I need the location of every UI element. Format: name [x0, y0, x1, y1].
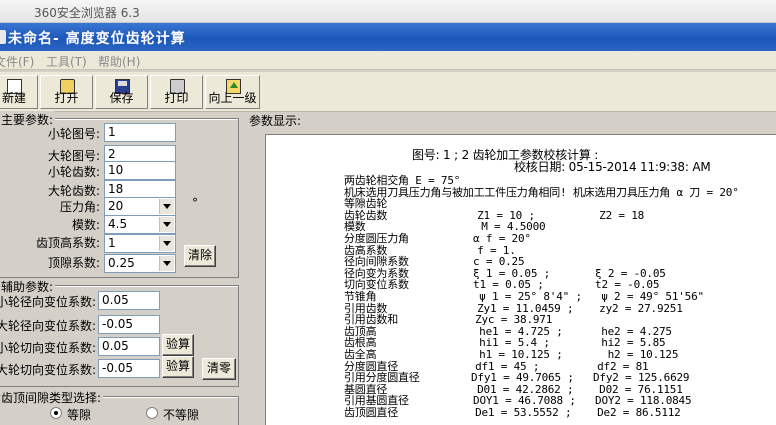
equal-gap-radio[interactable] — [50, 407, 62, 419]
small-radial-label: 小轮径向变位系数: — [0, 295, 96, 309]
clear-button[interactable]: 清除 — [184, 245, 216, 267]
unequal-gap-label: 不等隙 — [163, 408, 200, 422]
module-label: 模数: — [71, 218, 100, 232]
pressure-angle-select[interactable]: 20 — [104, 197, 176, 216]
pressure-angle-label: 压力角: — [59, 200, 100, 214]
report-line: 节锥角 ψ 1 = 25° 8'4" ; ψ 2 = 49° 51'56" — [344, 290, 704, 303]
open-label: 打开 — [54, 91, 79, 105]
zero-button[interactable]: 清零 — [202, 358, 236, 380]
small-gear-no-input[interactable]: 1 — [104, 123, 176, 142]
print-label: 打印 — [164, 91, 189, 105]
small-gear-no-label: 小轮图号: — [47, 127, 100, 141]
report-line: 齿轮齿数 Z1 = 10 ; Z2 = 18 — [344, 208, 645, 222]
pressure-angle-value: 20 — [108, 199, 124, 213]
report-line: 机床选用刀具压力角与被加工工件压力角相同! 机床选用刀具压力角 α 刀 = 20… — [344, 185, 739, 199]
report-line: 齿顶圆直径 De1 = 53.5552 ; De2 = 86.5112 — [344, 406, 681, 419]
addendum-coef-value: 1 — [108, 236, 116, 250]
equal-gap-label: 等隙 — [67, 408, 92, 422]
module-select[interactable]: 4.5 — [104, 215, 176, 234]
new-button[interactable]: 新建 — [0, 75, 38, 109]
report-line: 齿全高 h1 = 10.125 ; h2 = 10.125 — [344, 348, 679, 361]
verify-button-1[interactable]: 验算 — [162, 334, 194, 356]
report-date: 校核日期: 05-15-2014 11:9:38: AM — [514, 160, 711, 174]
small-teeth-input[interactable]: 10 — [104, 161, 176, 180]
report-line: 分度圆压力角 α f = 20° — [344, 232, 531, 245]
save-button[interactable]: 保存 — [95, 75, 148, 109]
window-title: 未命名- 高度变位齿轮计算 — [8, 31, 186, 47]
up-level-button[interactable]: 向上一级 — [205, 75, 260, 109]
report-line: 引用分度圆直径 Dfy1 = 49.7065 ; Dfy2 = 125.6629 — [344, 371, 690, 385]
small-tangential-label: 小轮切向变位系数: — [0, 341, 96, 355]
app-icon — [0, 30, 6, 44]
menu-tools[interactable]: 工具(T) — [46, 53, 87, 70]
report-line: 切向变位系数 t1 = 0.05 ; t2 = -0.05 — [344, 278, 660, 292]
clearance-coef-label: 顶隙系数: — [47, 256, 100, 270]
report-line: 模数 M = 4.5000 — [344, 220, 546, 234]
small-tangential-input[interactable]: 0.05 — [98, 337, 160, 356]
chevron-down-icon[interactable] — [159, 199, 174, 214]
output-panel: 参数显示: 图号: 1 ; 2 齿轮加工参数校核计算 : 校核日期: 05-15… — [243, 112, 776, 425]
clearance-coef-value: 0.25 — [108, 256, 135, 270]
small-radial-input[interactable]: 0.05 — [98, 291, 160, 310]
degree-unit: ° — [192, 196, 198, 210]
large-tangential-input[interactable]: -0.05 — [98, 359, 160, 378]
up-level-label: 向上一级 — [208, 91, 257, 105]
chevron-down-icon[interactable] — [159, 256, 174, 271]
menu-file[interactable]: 文件(F) — [0, 53, 34, 70]
large-tangential-label: 大轮切向变位系数: — [0, 363, 96, 377]
report-line: 径向间隙系数 c = 0.25 — [344, 255, 525, 269]
chevron-down-icon[interactable] — [159, 236, 174, 251]
large-gear-no-label: 大轮图号: — [47, 149, 100, 163]
parameter-display[interactable]: 图号: 1 ; 2 齿轮加工参数校核计算 : 校核日期: 05-15-2014 … — [265, 134, 776, 425]
large-radial-label: 大轮径向变位系数: — [0, 319, 96, 333]
module-value: 4.5 — [108, 217, 128, 231]
browser-title: 360安全浏览器 6.3 — [34, 6, 140, 20]
gap-type-title: 齿顶间隙类型选择: — [0, 389, 104, 406]
menu-help[interactable]: 帮助(H) — [98, 53, 140, 70]
window-titlebar: 未命名- 高度变位齿轮计算 — [0, 23, 776, 51]
report-line: 两齿轮相交角 E = 75° — [344, 174, 461, 187]
addendum-coef-select[interactable]: 1 — [104, 234, 176, 253]
addendum-coef-label: 齿顶高系数: — [35, 236, 100, 250]
unequal-gap-radio[interactable] — [146, 407, 158, 419]
print-button[interactable]: 打印 — [150, 75, 203, 109]
toolbar: 新建 打开 保存 打印 向上一级 — [0, 72, 776, 112]
gap-type-group: 齿顶间隙类型选择: — [0, 389, 239, 425]
report-header: 图号: 1 ; 2 齿轮加工参数校核计算 : — [412, 148, 599, 162]
open-button[interactable]: 打开 — [40, 75, 93, 109]
report-line: 齿根高 hi1 = 5.4 ; hi2 = 5.85 — [344, 336, 666, 350]
small-teeth-label: 小轮齿数: — [47, 165, 100, 179]
report-line: 等隙齿轮 — [344, 197, 388, 211]
chevron-down-icon[interactable] — [159, 217, 174, 232]
browser-tab-bar: 360安全浏览器 6.3 — [0, 0, 776, 23]
large-teeth-label: 大轮齿数: — [47, 184, 100, 198]
menu-bar: 文件(F) 工具(T) 帮助(H) — [0, 51, 776, 70]
display-label: 参数显示: — [249, 114, 302, 128]
report-line: 引用基圆直径 DOY1 = 46.7088 ; DOY2 = 118.0845 — [344, 394, 692, 408]
input-panel: 主要参数: 小轮图号: 1 大轮图号: 2 小轮齿数: 10 大轮齿数: 18 … — [0, 111, 243, 425]
verify-button-2[interactable]: 验算 — [162, 356, 194, 378]
new-label: 新建 — [1, 91, 26, 105]
large-radial-input[interactable]: -0.05 — [98, 315, 160, 334]
clearance-coef-select[interactable]: 0.25 — [104, 254, 176, 273]
report-line: 引用齿数和 Zyc = 38.971 — [344, 313, 553, 327]
save-label: 保存 — [109, 91, 134, 105]
